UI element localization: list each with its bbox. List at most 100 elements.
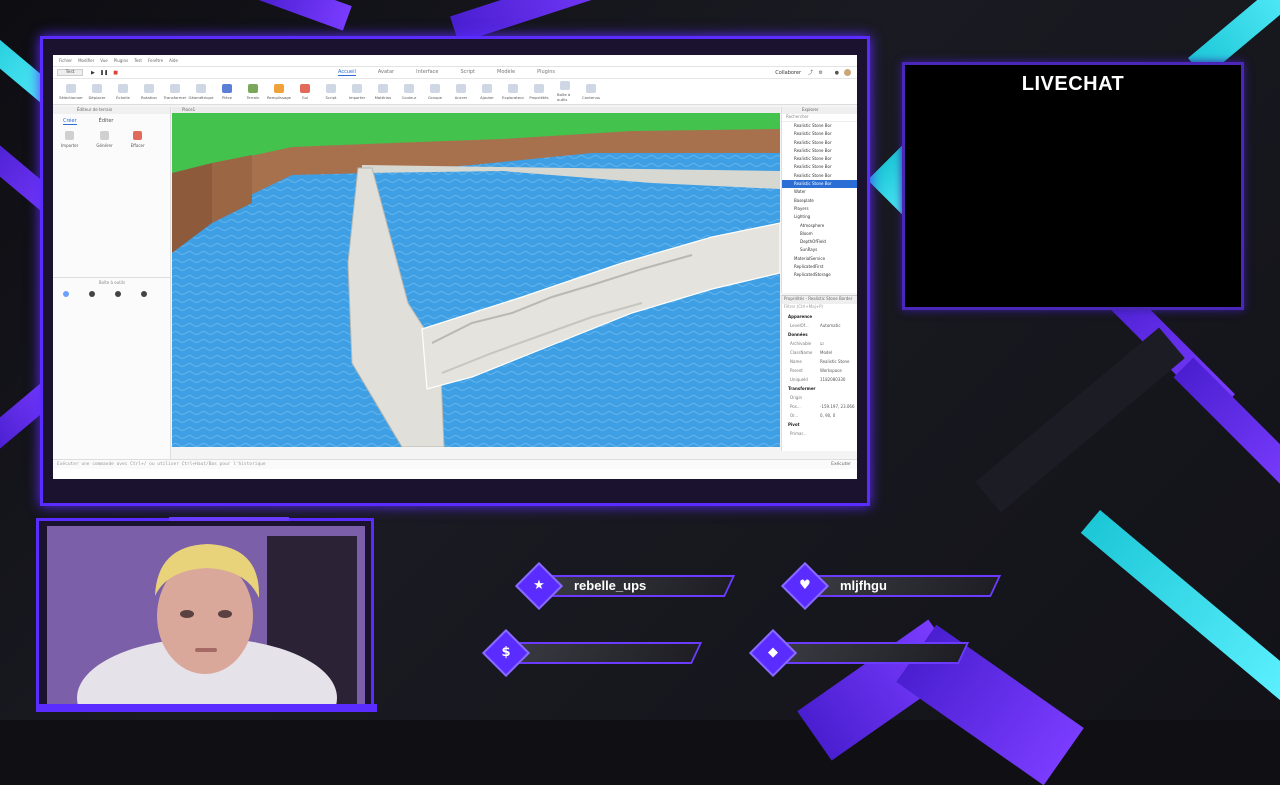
property-value[interactable]: Workspace	[820, 366, 842, 375]
property-value[interactable]: Realistic Stone	[820, 357, 850, 366]
explorer-item[interactable]: SunRays	[782, 246, 857, 254]
property-row[interactable]: LevelOf... Automatic	[782, 321, 857, 330]
explorer-item[interactable]: Realistic Stone Bor	[782, 172, 857, 180]
tab-avatar[interactable]: Avatar	[378, 69, 394, 76]
property-section[interactable]: Pivot	[782, 420, 857, 429]
menu-item-plugins[interactable]: Plugins	[114, 58, 128, 63]
explorer-item[interactable]: Lighting	[782, 213, 857, 221]
terrain-button[interactable]: Terrain	[245, 83, 261, 100]
tab-model[interactable]: Modèle	[497, 69, 515, 76]
explorer-item[interactable]: DepthOfField	[782, 238, 857, 246]
properties-filter-input[interactable]: Filtrer (Ctrl+Maj+P)	[782, 304, 857, 312]
explorer-item[interactable]: ReplicatedStorage	[782, 271, 857, 279]
explorer-item[interactable]: Realistic Stone Bor	[782, 122, 857, 130]
property-row[interactable]: Origin	[782, 393, 857, 402]
explorer-item[interactable]: Players	[782, 205, 857, 213]
property-value[interactable]: Model	[820, 348, 832, 357]
marketplace-icon[interactable]	[63, 291, 69, 297]
menu-item-test[interactable]: Test	[134, 58, 142, 63]
transform-tool-button[interactable]: Transformer	[164, 83, 186, 100]
property-section[interactable]: Transformer	[782, 384, 857, 393]
inventory-icon[interactable]	[89, 291, 95, 297]
tool-label: Géométrique	[188, 94, 214, 100]
property-row[interactable]: Name Realistic Stone	[782, 357, 857, 366]
properties-button[interactable]: Propriétés	[529, 83, 549, 100]
stop-icon[interactable]: ■	[113, 70, 118, 76]
menu-item-view[interactable]: Vue	[100, 58, 107, 63]
explorer-item[interactable]: Realistic Stone Bor	[782, 155, 857, 163]
tab-create[interactable]: Créer	[63, 118, 77, 125]
menu-item-edit[interactable]: Modifier	[78, 58, 94, 63]
share-icon[interactable]: ⤴	[808, 69, 813, 76]
explorer-button[interactable]: Explorateur	[502, 83, 524, 100]
terrain-editor-panel: Éditeur de terrain Créer Éditer Importer…	[53, 107, 171, 459]
fill-button[interactable]: Remplissage	[267, 83, 291, 100]
tab-edit[interactable]: Éditer	[99, 118, 114, 125]
explorer-item[interactable]: Water	[782, 188, 857, 196]
explorer-item[interactable]: Realistic Stone Bor	[782, 180, 857, 189]
menu-item-file[interactable]: Fichier	[59, 58, 72, 63]
toolbox-icon	[560, 81, 570, 90]
explorer-item[interactable]: Atmosphere	[782, 222, 857, 230]
property-row[interactable]: UniqueId 1182080330	[782, 375, 857, 384]
explorer-item[interactable]: Baseplate	[782, 197, 857, 205]
property-value[interactable]: -159.197, 23.066	[820, 402, 855, 411]
property-section[interactable]: Données	[782, 330, 857, 339]
explorer-item[interactable]: Bloom	[782, 230, 857, 238]
explorer-item[interactable]: Realistic Stone Bor	[782, 130, 857, 138]
move-tool-button[interactable]: Déplacer	[88, 83, 106, 100]
tab-script[interactable]: Script	[460, 69, 475, 76]
property-value[interactable]: ☑	[820, 339, 824, 348]
avatar[interactable]	[844, 69, 851, 76]
pause-icon[interactable]: ❚❚	[100, 70, 108, 76]
property-value[interactable]: 0, 90, 0	[820, 411, 835, 420]
tab-ui[interactable]: Interface	[416, 69, 438, 76]
import-button[interactable]: Importer	[349, 83, 365, 100]
geometric-button[interactable]: Géométrique	[189, 83, 213, 100]
explorer-search-input[interactable]: Rechercher	[782, 114, 857, 122]
property-value[interactable]: 1182080330	[820, 375, 845, 384]
property-row[interactable]: Parent Workspace	[782, 366, 857, 375]
gui-button[interactable]: Gui	[297, 83, 313, 100]
explorer-item[interactable]: Realistic Stone Bor	[782, 163, 857, 171]
explorer-item[interactable]: ReplicatedFirst	[782, 263, 857, 271]
property-section[interactable]: Apparence	[782, 312, 857, 321]
toolbox-button[interactable]: Boîte à outils	[557, 81, 573, 102]
property-value[interactable]: Automatic	[820, 321, 841, 330]
tab-plugins[interactable]: Plugins	[537, 69, 555, 76]
property-row[interactable]: Primar...	[782, 429, 857, 438]
add-button[interactable]: Ajouter	[479, 83, 495, 100]
color-button[interactable]: Couleur	[401, 83, 417, 100]
play-icon[interactable]: ▶	[91, 70, 95, 76]
creations-icon[interactable]	[141, 291, 147, 297]
anchor-button[interactable]: Ancrer	[453, 83, 469, 100]
terrain-generate-button[interactable]: Générer	[96, 131, 113, 148]
scale-tool-button[interactable]: Échelle	[115, 83, 131, 100]
menu-item-window[interactable]: Fenêtre	[148, 58, 163, 63]
property-row[interactable]: Archivable ☑	[782, 339, 857, 348]
recent-icon[interactable]	[115, 291, 121, 297]
material-button[interactable]: Matériau	[375, 83, 391, 100]
notifications-icon[interactable]: ●	[835, 70, 839, 76]
property-row[interactable]: Pos... -159.197, 23.066	[782, 402, 857, 411]
property-row[interactable]: Or... 0, 90, 0	[782, 411, 857, 420]
property-row[interactable]: ClassName Model	[782, 348, 857, 357]
terrain-import-button[interactable]: Importer	[61, 131, 78, 148]
group-button[interactable]: Groupe	[427, 83, 443, 100]
3d-viewport[interactable]	[172, 113, 780, 447]
script-button[interactable]: Script	[323, 83, 339, 100]
settings-icon[interactable]: ⚙	[819, 70, 823, 76]
tab-home[interactable]: Accueil	[338, 69, 356, 76]
rotate-tool-button[interactable]: Rotation	[141, 83, 157, 100]
mode-select[interactable]: Test	[57, 69, 83, 76]
collaborate-button[interactable]: Collaborer	[775, 70, 801, 76]
explorer-item[interactable]: MaterialService	[782, 255, 857, 263]
menu-item-help[interactable]: Aide	[169, 58, 178, 63]
select-tool-button[interactable]: Sélectionner	[59, 83, 83, 100]
explorer-item[interactable]: Realistic Stone Bor	[782, 147, 857, 155]
terrain-clear-button[interactable]: Effacer	[131, 131, 145, 148]
assets-button[interactable]: Contenus	[582, 83, 600, 100]
explorer-item[interactable]: Realistic Stone Bor	[782, 139, 857, 147]
command-bar-input[interactable]: Exécuter une commande avec Ctrl+/ ou uti…	[53, 459, 857, 469]
part-button[interactable]: Pièce	[219, 83, 235, 100]
